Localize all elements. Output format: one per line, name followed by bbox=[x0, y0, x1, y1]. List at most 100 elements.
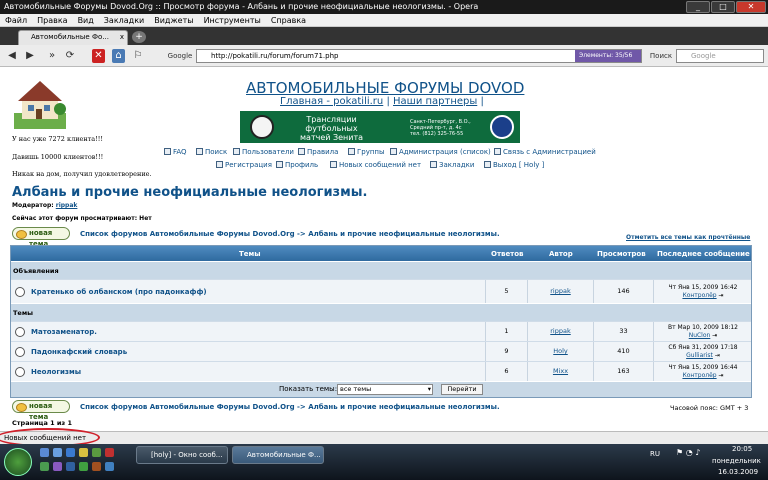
network-icon[interactable] bbox=[105, 462, 114, 471]
bookmarks-link[interactable]: Закладки bbox=[430, 161, 474, 169]
logout-link[interactable]: Выход [ Holy ] bbox=[484, 161, 544, 169]
table-row[interactable]: Матозаменатор. 1 rippak 33 Вт Мар 10, 20… bbox=[11, 321, 751, 341]
search-input[interactable]: Google bbox=[676, 49, 764, 63]
banner-address: Санкт-Петербург, В.О., Средний пр-т, д. … bbox=[410, 119, 471, 137]
maximize-button[interactable]: □ bbox=[711, 1, 735, 13]
excel-icon[interactable] bbox=[79, 462, 88, 471]
goto-post-icon[interactable]: ⇥ bbox=[712, 332, 717, 339]
icq-icon[interactable] bbox=[92, 448, 101, 457]
address-field[interactable]: http://pokatili.ru/forum/forum71.php Эле… bbox=[196, 49, 642, 63]
taskbar-item-opera[interactable]: Автомобильные Ф... bbox=[232, 446, 324, 464]
site-logo[interactable] bbox=[14, 75, 66, 129]
minimize-button[interactable]: _ bbox=[686, 1, 710, 13]
faq-link[interactable]: FAQ bbox=[164, 148, 187, 156]
members-link[interactable]: Пользователи bbox=[233, 148, 294, 156]
table-row[interactable]: Неологизмы 6 Mixx 163 Чт Янв 15, 2009 16… bbox=[11, 361, 751, 381]
media-icon[interactable] bbox=[53, 462, 62, 471]
go-button[interactable]: Перейти bbox=[441, 384, 483, 395]
topic-title[interactable]: Матозаменатор. bbox=[31, 328, 97, 336]
topic-title[interactable]: Неологизмы bbox=[31, 368, 81, 376]
folder-icon[interactable] bbox=[79, 448, 88, 457]
banner-text: Трансляции футбольных матчей Зенита bbox=[300, 115, 363, 142]
author-link[interactable]: Holy bbox=[527, 342, 593, 361]
tool-icon[interactable] bbox=[92, 462, 101, 471]
last-post-user[interactable]: Gulliarist bbox=[686, 352, 713, 359]
members-icon bbox=[233, 148, 240, 155]
start-button[interactable] bbox=[4, 448, 32, 476]
contact-admin-link[interactable]: Связь с Администрацией bbox=[494, 148, 596, 156]
table-row[interactable]: Кратенько об олбанском (про падонкафф) 5… bbox=[11, 279, 751, 303]
breadcrumb[interactable]: Список форумов Автомобильные Форумы Dovo… bbox=[80, 230, 500, 238]
stop-icon[interactable]: ✕ bbox=[92, 49, 105, 63]
fast-forward-icon[interactable]: » bbox=[46, 49, 58, 63]
contact-icon bbox=[494, 148, 501, 155]
tab-close-icon[interactable]: x bbox=[120, 31, 124, 44]
col-replies: Ответов bbox=[491, 250, 524, 258]
reload-icon[interactable]: ⟳ bbox=[64, 49, 76, 63]
site-title[interactable]: АВТОМОБИЛЬНЫЕ ФОРУМЫ DOVOD bbox=[246, 79, 524, 97]
taskbar-item-chat[interactable]: [holy] - Окно сооб... bbox=[136, 446, 228, 464]
show-topics-select[interactable]: все темы ▾ bbox=[337, 384, 433, 395]
word-icon[interactable] bbox=[66, 462, 75, 471]
groups-link[interactable]: Группы bbox=[348, 148, 385, 156]
menu-file[interactable]: Файл bbox=[0, 14, 32, 26]
mark-read-link[interactable]: Отметить все темы как прочтённые bbox=[626, 234, 750, 241]
club-logo-icon bbox=[490, 115, 514, 139]
app-icon[interactable] bbox=[40, 462, 49, 471]
window-title: Автомобильные Форумы Dovod.Org :: Просмо… bbox=[4, 2, 479, 11]
menu-edit[interactable]: Правка bbox=[32, 14, 72, 26]
feed-icon[interactable]: ⚐ bbox=[132, 49, 144, 63]
new-tab-button[interactable]: + bbox=[132, 31, 146, 43]
menu-view[interactable]: Вид bbox=[73, 14, 99, 26]
logout-icon bbox=[484, 161, 491, 168]
home-link[interactable]: Главная - pokatili.ru bbox=[280, 96, 383, 107]
show-desktop-icon[interactable] bbox=[40, 448, 49, 457]
author-link[interactable]: rippak bbox=[527, 280, 593, 303]
menu-help[interactable]: Справка bbox=[266, 14, 311, 26]
banner-line: Трансляции bbox=[306, 115, 357, 124]
language-indicator[interactable]: RU bbox=[650, 450, 660, 458]
goto-post-icon[interactable]: ⇥ bbox=[719, 292, 724, 299]
breadcrumb-bottom[interactable]: Список форумов Автомобильные Форумы Dovo… bbox=[80, 403, 500, 411]
forum-title[interactable]: Албань и прочие неофициальные неологизмы… bbox=[12, 185, 367, 200]
close-button[interactable]: ✕ bbox=[736, 1, 766, 13]
last-post-user[interactable]: NuClon bbox=[689, 332, 711, 339]
tab-active[interactable]: Автомобильные Фо... x bbox=[18, 30, 128, 45]
home-icon[interactable]: ⌂ bbox=[112, 49, 125, 63]
profile-icon bbox=[276, 161, 283, 168]
profile-link[interactable]: Профиль bbox=[276, 161, 318, 169]
chevron-down-icon: ▾ bbox=[427, 385, 431, 393]
advert-banner[interactable]: Трансляции футбольных матчей Зенита Санк… bbox=[240, 111, 520, 143]
page-count: Страница 1 из 1 bbox=[12, 419, 72, 427]
goto-post-icon[interactable]: ⇥ bbox=[715, 352, 720, 359]
col-author: Автор bbox=[549, 250, 573, 258]
table-row[interactable]: Падонкафский словарь 9 Holy 410 Сб Янв 3… bbox=[11, 341, 751, 361]
topic-title[interactable]: Падонкафский словарь bbox=[31, 348, 127, 356]
new-posts-link[interactable]: Новых сообщений нет bbox=[330, 161, 421, 169]
topic-title[interactable]: Кратенько об олбанском (про падонкафф) bbox=[31, 288, 207, 296]
new-topic-button[interactable]: новая тема bbox=[12, 227, 70, 248]
menu-tools[interactable]: Инструменты bbox=[199, 14, 266, 26]
forward-icon[interactable]: ▶ bbox=[24, 49, 36, 63]
last-post-user[interactable]: Контролёр bbox=[682, 292, 716, 299]
back-icon[interactable]: ◀ bbox=[6, 49, 18, 63]
last-post-date: Чт Янв 15, 2009 16:44 bbox=[668, 364, 738, 371]
search-link[interactable]: Поиск bbox=[196, 148, 227, 156]
rules-link[interactable]: Правила bbox=[298, 148, 338, 156]
author-link[interactable]: Mixx bbox=[527, 362, 593, 381]
menu-widgets[interactable]: Виджеты bbox=[149, 14, 198, 26]
author-link[interactable]: rippak bbox=[527, 322, 593, 341]
register-link[interactable]: Регистрация bbox=[216, 161, 272, 169]
opera-icon[interactable] bbox=[105, 448, 114, 457]
moderator-link[interactable]: rippak bbox=[56, 202, 78, 209]
new-topic-button-bottom[interactable]: новая тема bbox=[12, 400, 70, 421]
menu-bookmarks[interactable]: Закладки bbox=[99, 14, 149, 26]
clock-time[interactable]: 20:05 bbox=[732, 445, 752, 453]
partners-link[interactable]: Наши партнеры bbox=[393, 96, 477, 107]
last-post-user[interactable]: Контролёр bbox=[682, 372, 716, 379]
goto-post-icon[interactable]: ⇥ bbox=[719, 372, 724, 379]
tray-icons[interactable]: ⚑ ◔ ♪ bbox=[676, 448, 700, 457]
ie-icon[interactable] bbox=[66, 448, 75, 457]
explorer-icon[interactable] bbox=[53, 448, 62, 457]
admin-link[interactable]: Администрация (список) bbox=[390, 148, 491, 156]
